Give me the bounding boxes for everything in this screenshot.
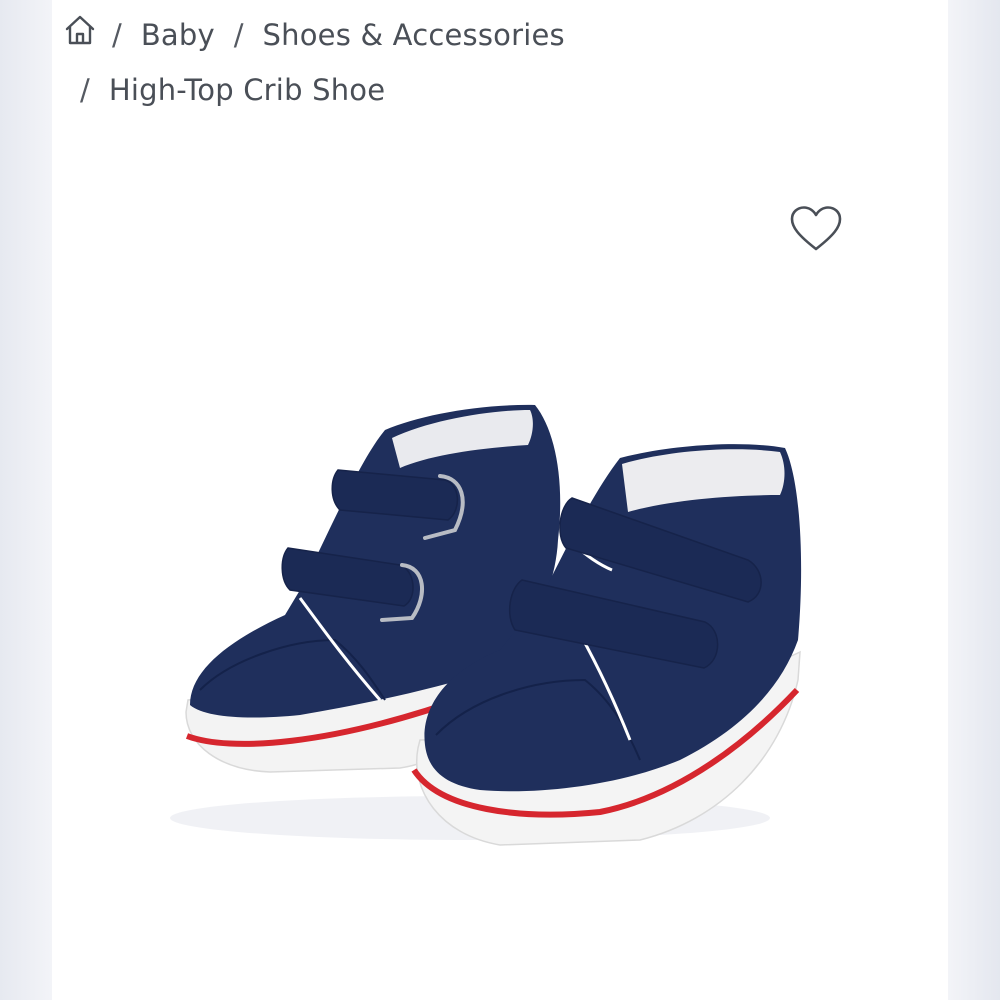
breadcrumb-item-baby[interactable]: Baby [141, 18, 215, 52]
breadcrumb-item-shoes-accessories[interactable]: Shoes & Accessories [263, 18, 565, 52]
breadcrumb-separator: / [112, 18, 122, 52]
breadcrumb-separator: / [233, 18, 244, 52]
left-margin [0, 0, 52, 1000]
home-icon[interactable] [62, 12, 98, 48]
heart-outline-icon[interactable] [788, 204, 844, 254]
product-image [170, 404, 802, 846]
breadcrumb-separator: / [80, 73, 90, 107]
breadcrumb-continued: / High-Top Crib Shoe [80, 73, 385, 107]
breadcrumb: / Baby / Shoes & Accessories [112, 18, 565, 52]
breadcrumb-current-page: High-Top Crib Shoe [108, 73, 386, 107]
right-margin [948, 0, 1000, 1000]
